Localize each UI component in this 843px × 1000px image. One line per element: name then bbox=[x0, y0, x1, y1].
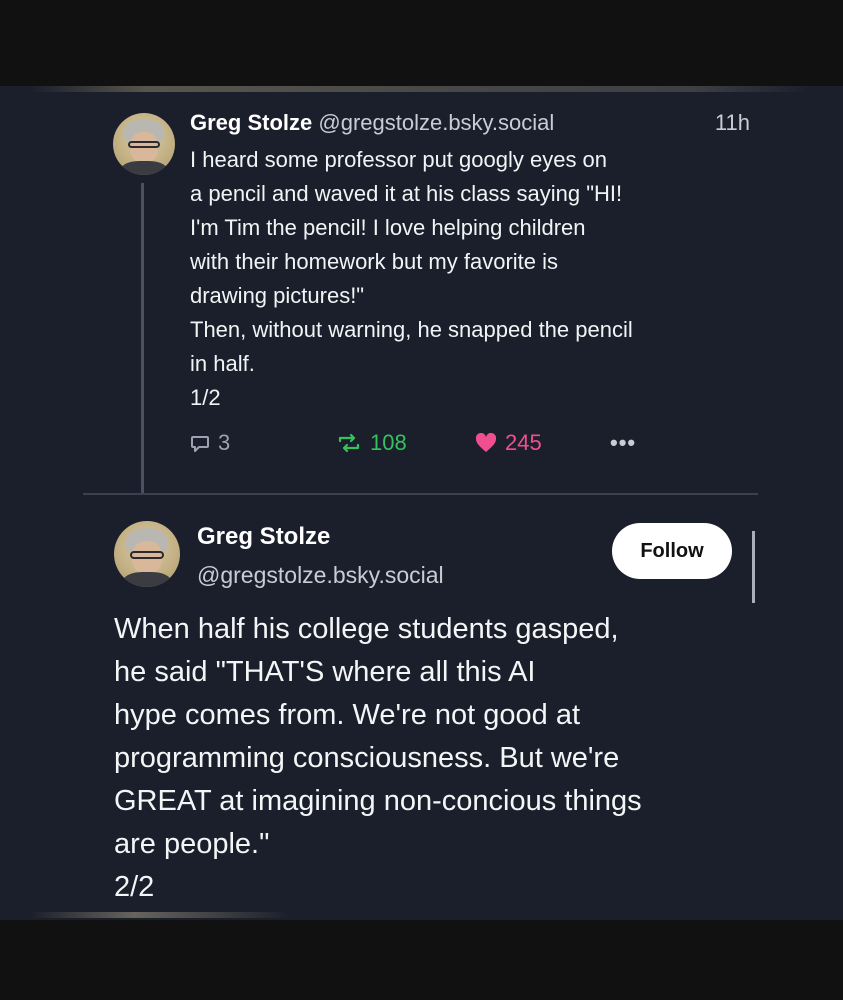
post-divider bbox=[83, 493, 758, 495]
post1-text: I heard some professor put googly eyes o… bbox=[190, 143, 760, 415]
repost-arrows-icon bbox=[336, 433, 362, 453]
like-button[interactable]: 245 bbox=[475, 428, 542, 458]
screen-bottom-edge-glow bbox=[30, 912, 290, 918]
screen-top-edge-glow bbox=[30, 86, 810, 92]
post2-handle[interactable]: @gregstolze.bsky.social bbox=[197, 562, 444, 589]
post1-text-line: drawing pictures!" bbox=[190, 283, 365, 308]
more-options-button[interactable]: ••• bbox=[610, 428, 636, 458]
post1-header: Greg Stolze @gregstolze.bsky.social 11h bbox=[190, 110, 750, 140]
post2-text-line: hype comes from. We're not good at bbox=[114, 699, 581, 731]
ellipsis-icon: ••• bbox=[610, 430, 637, 455]
post1-handle[interactable]: @gregstolze.bsky.social bbox=[318, 110, 554, 135]
post1-text-line: a pencil and waved it at his class sayin… bbox=[190, 181, 623, 206]
post1-author-name[interactable]: Greg Stolze bbox=[190, 110, 312, 135]
post1-avatar[interactable] bbox=[113, 113, 175, 175]
post2-author-name[interactable]: Greg Stolze bbox=[197, 523, 330, 551]
post2-text: When half his college students gasped, h… bbox=[114, 608, 774, 909]
like-count: 245 bbox=[505, 430, 542, 455]
post1-text-line: I heard some professor put googly eyes o… bbox=[190, 147, 608, 172]
speech-bubble-icon bbox=[190, 433, 210, 453]
post1-action-bar: 3 108 245 ••• bbox=[190, 428, 660, 458]
scrollbar[interactable] bbox=[752, 531, 755, 603]
reply-count: 3 bbox=[218, 430, 231, 455]
follow-button[interactable]: Follow bbox=[612, 523, 732, 579]
repost-button[interactable]: 108 bbox=[336, 428, 407, 458]
post2-avatar[interactable] bbox=[114, 521, 180, 587]
post2-text-line: 2/2 bbox=[114, 871, 155, 903]
post1-text-line: 1/2 bbox=[190, 385, 221, 410]
post1-timestamp[interactable]: 11h bbox=[715, 110, 750, 136]
post2-text-line: programming consciousness. But we're bbox=[114, 742, 620, 774]
post1-text-line: in half. bbox=[190, 351, 255, 376]
heart-icon bbox=[475, 433, 497, 453]
post2-text-line: he said "THAT'S where all this AI bbox=[114, 656, 536, 688]
post2-text-line: When half his college students gasped, bbox=[114, 613, 619, 645]
post1-text-line: I'm Tim the pencil! I love helping child… bbox=[190, 215, 586, 240]
post1-text-line: Then, without warning, he snapped the pe… bbox=[190, 317, 633, 342]
post1-text-line: with their homework but my favorite is bbox=[190, 249, 559, 274]
post2-text-line: GREAT at imagining non-concious things bbox=[114, 785, 642, 817]
thread-connector-line bbox=[141, 183, 144, 493]
post2-text-line: are people." bbox=[114, 828, 270, 860]
repost-count: 108 bbox=[370, 430, 407, 455]
reply-button[interactable]: 3 bbox=[190, 428, 230, 458]
